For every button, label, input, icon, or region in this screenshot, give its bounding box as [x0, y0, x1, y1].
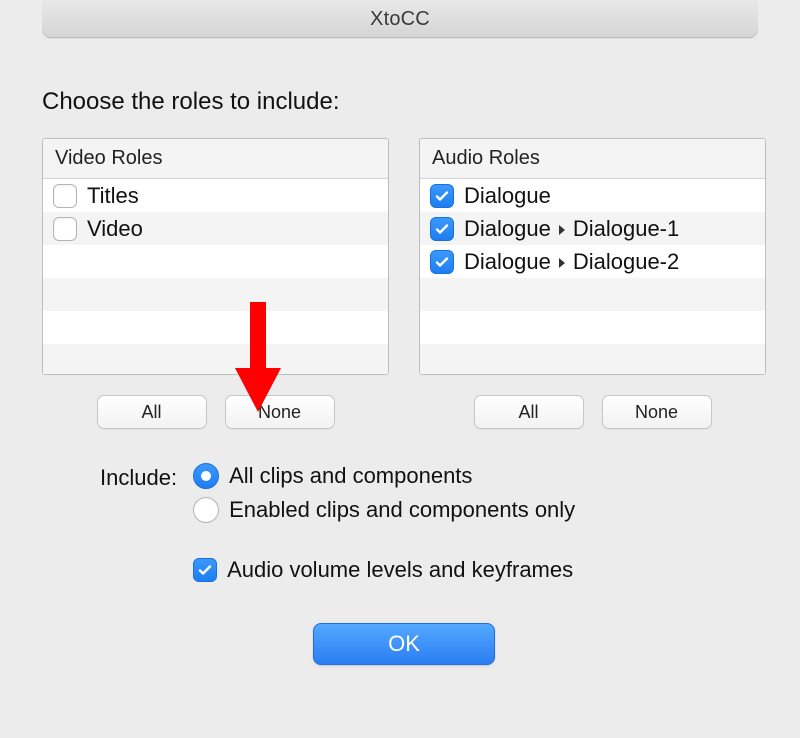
audio-none-button[interactable]: None	[602, 395, 712, 429]
include-option-all[interactable]: All clips and components	[193, 463, 575, 489]
include-option-enabled[interactable]: Enabled clips and components only	[193, 497, 575, 523]
video-role-label: Video	[87, 216, 143, 242]
include-option-label: Enabled clips and components only	[229, 497, 575, 523]
include-option-label: All clips and components	[229, 463, 472, 489]
caret-right-icon	[557, 216, 567, 242]
ok-button[interactable]: OK	[313, 623, 495, 665]
checkbox-unchecked-icon[interactable]	[53, 217, 77, 241]
caret-right-icon	[557, 249, 567, 275]
radio-unchecked-icon[interactable]	[193, 497, 219, 523]
include-label: Include:	[100, 465, 177, 491]
window-title: XtoCC	[42, 0, 758, 38]
video-role-row[interactable]: Titles	[43, 179, 388, 212]
checkbox-checked-icon[interactable]	[430, 184, 454, 208]
audio-role-label-post: Dialogue-2	[573, 249, 679, 275]
audio-role-row[interactable]: Dialogue	[420, 179, 765, 212]
include-audio-keyframes[interactable]: Audio volume levels and keyframes	[193, 557, 575, 583]
audio-role-row[interactable]: Dialogue Dialogue-2	[420, 245, 765, 278]
include-option-label: Audio volume levels and keyframes	[227, 557, 573, 583]
audio-roles-header: Audio Roles	[420, 139, 765, 179]
video-roles-list: Video Roles Titles Video	[42, 138, 389, 375]
audio-roles-list: Audio Roles Dialogue Dialogue	[419, 138, 766, 375]
checkbox-checked-icon[interactable]	[430, 217, 454, 241]
video-role-label: Titles	[87, 183, 139, 209]
checkbox-checked-icon[interactable]	[430, 250, 454, 274]
audio-role-label-post: Dialogue-1	[573, 216, 679, 242]
page-heading: Choose the roles to include:	[42, 88, 766, 116]
audio-role-label: Dialogue	[464, 183, 551, 209]
radio-checked-icon[interactable]	[193, 463, 219, 489]
video-roles-header: Video Roles	[43, 139, 388, 179]
checkbox-unchecked-icon[interactable]	[53, 184, 77, 208]
audio-role-label-pre: Dialogue	[464, 216, 551, 242]
video-all-button[interactable]: All	[97, 395, 207, 429]
video-none-button[interactable]: None	[225, 395, 335, 429]
audio-all-button[interactable]: All	[474, 395, 584, 429]
video-role-row[interactable]: Video	[43, 212, 388, 245]
audio-role-row[interactable]: Dialogue Dialogue-1	[420, 212, 765, 245]
audio-role-label-pre: Dialogue	[464, 249, 551, 275]
checkbox-checked-icon[interactable]	[193, 558, 217, 582]
